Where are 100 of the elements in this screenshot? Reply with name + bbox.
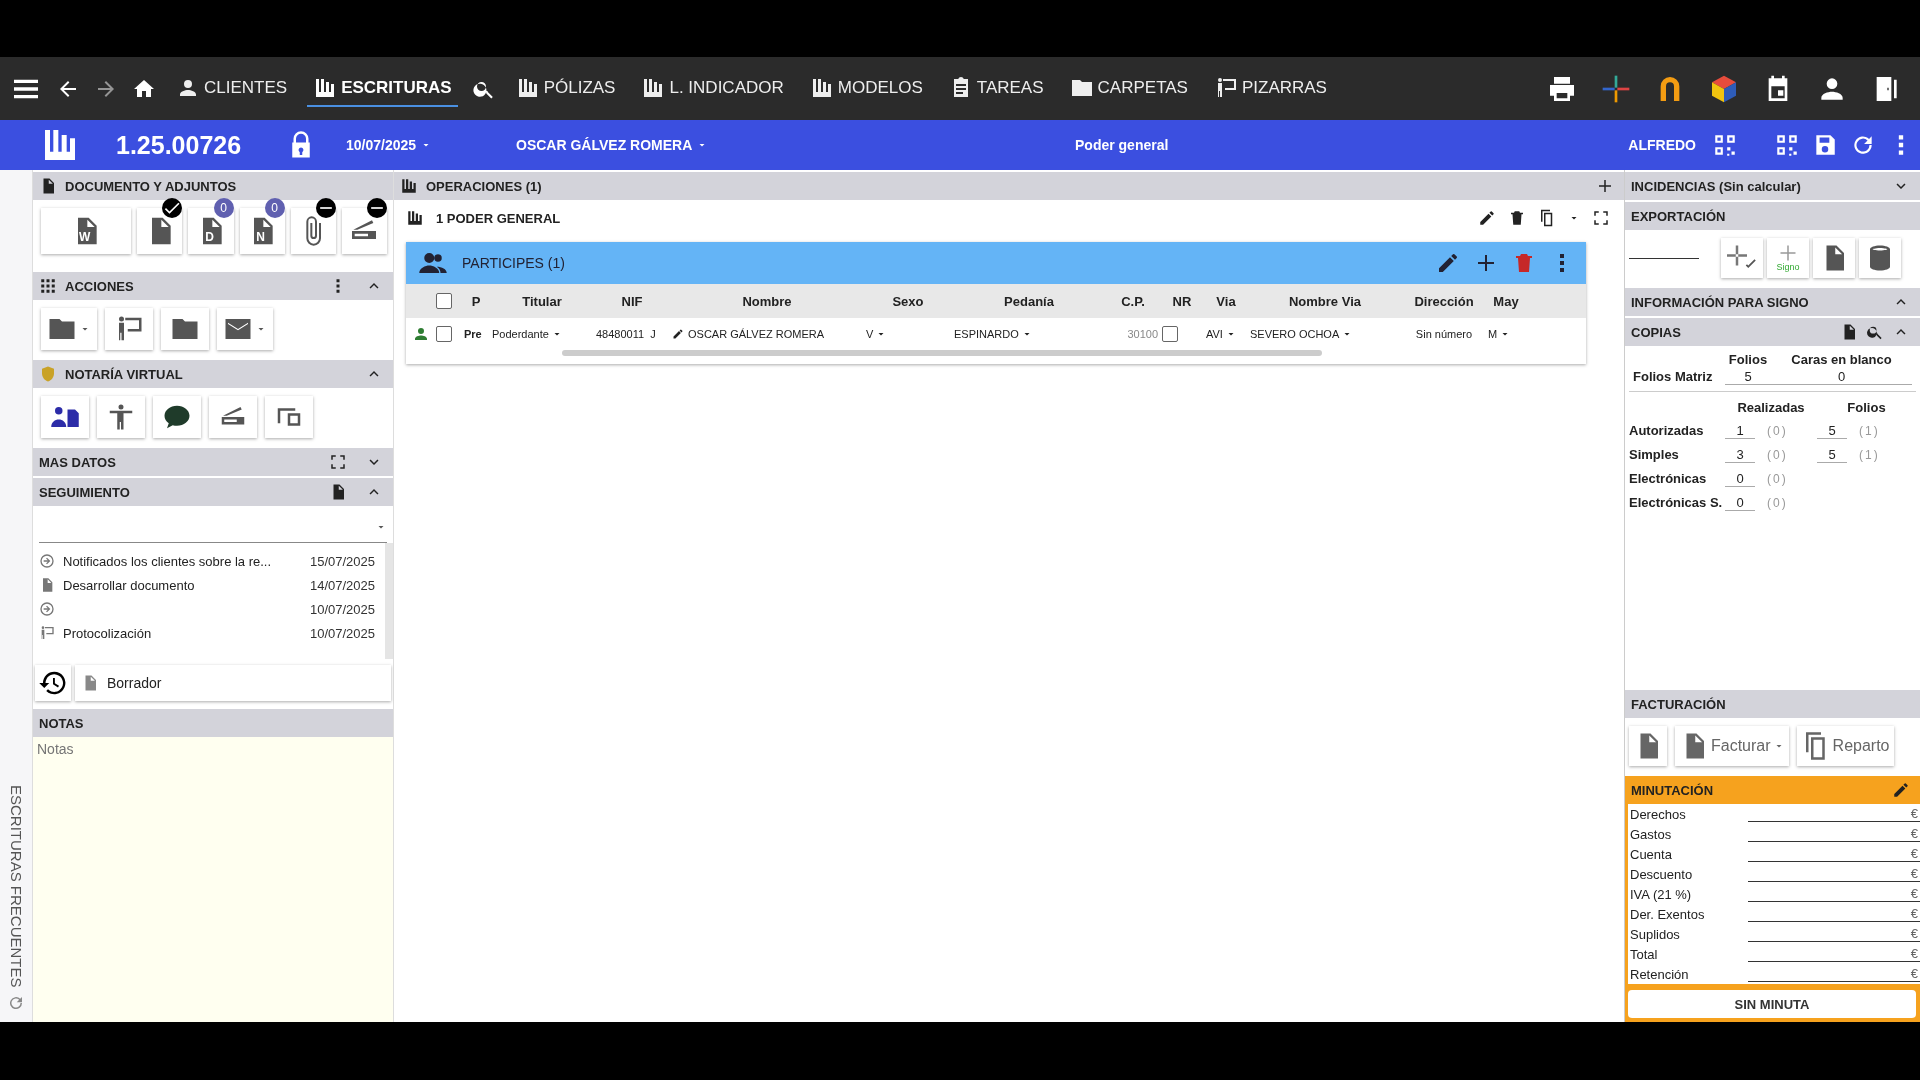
- tracking-item[interactable]: Notificados los clientes sobre la re...: [63, 553, 302, 569]
- section-title: EXPORTACIÓN: [1631, 208, 1726, 224]
- pencil-icon[interactable]: [1436, 251, 1460, 275]
- expand-icon[interactable]: [329, 453, 347, 471]
- notes-field[interactable]: Notas: [33, 737, 393, 1022]
- blank-pages-field[interactable]: 0: [1771, 369, 1912, 385]
- person-document-button[interactable]: [41, 396, 89, 438]
- plus-icon[interactable]: [1596, 177, 1614, 195]
- nav-tab[interactable]: PÓLIZAS: [509, 70, 622, 107]
- count-spinner[interactable]: 1: [1725, 423, 1755, 439]
- age-dropdown[interactable]: M: [1488, 328, 1524, 340]
- section-title: DOCUMENTO Y ADJUNTOS: [65, 178, 237, 194]
- history-button[interactable]: [35, 665, 71, 701]
- count-spinner[interactable]: 0: [1725, 495, 1755, 511]
- column-header[interactable]: Via: [1206, 293, 1246, 309]
- document-button[interactable]: [290, 208, 336, 254]
- qr-code-color-icon[interactable]: [1774, 132, 1800, 158]
- devices-button[interactable]: [265, 396, 313, 438]
- column-header[interactable]: NIF: [596, 293, 668, 309]
- column-header: Caras en blanco: [1790, 352, 1893, 367]
- nav-tab[interactable]: PIZARRAS: [1207, 70, 1333, 107]
- nr-checkbox[interactable]: [1162, 326, 1178, 342]
- pencil-icon[interactable]: [1478, 209, 1496, 227]
- fee-field[interactable]: €: [1748, 966, 1920, 982]
- count-note: (0): [1767, 448, 1788, 462]
- nav-tab[interactable]: L. INDICADOR: [635, 70, 790, 107]
- select-all-checkbox[interactable]: [436, 293, 452, 309]
- fee-field[interactable]: €: [1748, 846, 1920, 862]
- section-title: ACCIONES: [65, 278, 134, 294]
- deed-title: Poder general: [1075, 137, 1170, 153]
- fee-field[interactable]: €: [1748, 806, 1920, 822]
- column-header[interactable]: Nombre Via: [1250, 293, 1400, 309]
- folder-button[interactable]: [41, 308, 97, 350]
- fee-field[interactable]: €: [1748, 926, 1920, 942]
- tracking-date: 10/07/2025: [309, 601, 375, 617]
- column-header[interactable]: Nombre: [672, 293, 862, 309]
- document-button[interactable]: W: [41, 208, 132, 254]
- column-header[interactable]: P: [464, 293, 488, 309]
- invoice-button[interactable]: Facturar: [1675, 726, 1789, 766]
- sex-dropdown[interactable]: V: [866, 328, 950, 340]
- column-header[interactable]: NR: [1162, 293, 1202, 309]
- nav-tab[interactable]: CARPETAS: [1063, 70, 1194, 107]
- expand-icon[interactable]: [1592, 209, 1610, 227]
- column-header[interactable]: Sexo: [866, 293, 950, 309]
- fee-field[interactable]: €: [1748, 886, 1920, 902]
- column-header[interactable]: Dirección: [1404, 293, 1484, 309]
- column-header[interactable]: C.P.: [1108, 293, 1158, 309]
- column-header[interactable]: Pedanía: [954, 293, 1104, 309]
- document-button[interactable]: [341, 208, 387, 254]
- nav-tab[interactable]: CLIENTES: [170, 70, 294, 107]
- titular-dropdown[interactable]: Poderdante: [492, 328, 592, 340]
- fee-label: IVA (21 %): [1629, 886, 1693, 902]
- table-cell: OSCAR GÁLVEZ ROMERA: [688, 328, 825, 340]
- folder-button[interactable]: [161, 308, 209, 350]
- no-fee-button[interactable]: SIN MINUTA: [1628, 990, 1916, 1018]
- qr-icon[interactable]: [1712, 132, 1738, 158]
- nav-tab[interactable]: TAREAS: [942, 70, 1050, 107]
- nav-tab[interactable]: MODELOS: [803, 70, 929, 107]
- street-dropdown[interactable]: SEVERO OCHOA: [1250, 328, 1400, 340]
- document-button[interactable]: [1813, 238, 1855, 278]
- fee-field[interactable]: €: [1748, 866, 1920, 882]
- person-button[interactable]: [97, 396, 145, 438]
- scrollbar-thumb[interactable]: [562, 350, 1322, 356]
- via-dropdown[interactable]: AVI: [1206, 328, 1246, 340]
- tracking-item[interactable]: Protocolización: [63, 625, 302, 641]
- column-header[interactable]: May: [1488, 293, 1524, 309]
- row-checkbox[interactable]: [436, 326, 452, 342]
- scanner-button[interactable]: [209, 396, 257, 438]
- person-icon: [412, 325, 430, 343]
- sign-check-button[interactable]: [1721, 238, 1763, 278]
- count-spinner[interactable]: 3: [1725, 447, 1755, 463]
- folios-spinner[interactable]: 5: [1817, 447, 1847, 463]
- fee-field[interactable]: €: [1748, 946, 1920, 962]
- nav-tab[interactable]: ESCRITURAS: [307, 70, 458, 107]
- client-dropdown[interactable]: OSCAR GÁLVEZ ROMERA: [510, 136, 770, 154]
- document-button[interactable]: [137, 208, 183, 254]
- database-button[interactable]: [1859, 238, 1901, 278]
- operation-title[interactable]: 1 PODER GENERAL: [436, 210, 561, 226]
- invoice-options-button[interactable]: [1629, 726, 1667, 766]
- status-text: Borrador: [107, 675, 162, 691]
- column-header[interactable]: Titular: [492, 293, 592, 309]
- fee-field[interactable]: €: [1748, 906, 1920, 922]
- presenter-button[interactable]: [105, 308, 153, 350]
- pencil-icon[interactable]: [672, 328, 684, 340]
- mail-button[interactable]: [217, 308, 273, 350]
- folios-spinner[interactable]: 5: [1817, 423, 1847, 439]
- row-label: Electrónicas: [1629, 471, 1708, 487]
- fee-field[interactable]: €: [1748, 826, 1920, 842]
- table-cell-text: Sin número: [1414, 328, 1474, 340]
- date-dropdown[interactable]: 10/07/2025: [340, 136, 510, 154]
- folios-field[interactable]: 5: [1725, 369, 1771, 385]
- tracking-item[interactable]: Desarrollar documento: [63, 577, 302, 593]
- pedania-dropdown[interactable]: ESPINARDO: [954, 328, 1104, 340]
- refresh-icon[interactable]: [7, 994, 25, 1012]
- split-button[interactable]: Reparto: [1796, 726, 1894, 766]
- frequent-deeds-tab[interactable]: ESCRITURAS FRECUENTES: [7, 785, 25, 988]
- trash-icon[interactable]: [1508, 209, 1526, 227]
- chat-button[interactable]: [153, 396, 201, 438]
- pencil-icon[interactable]: [1892, 781, 1910, 799]
- count-spinner[interactable]: 0: [1725, 471, 1755, 487]
